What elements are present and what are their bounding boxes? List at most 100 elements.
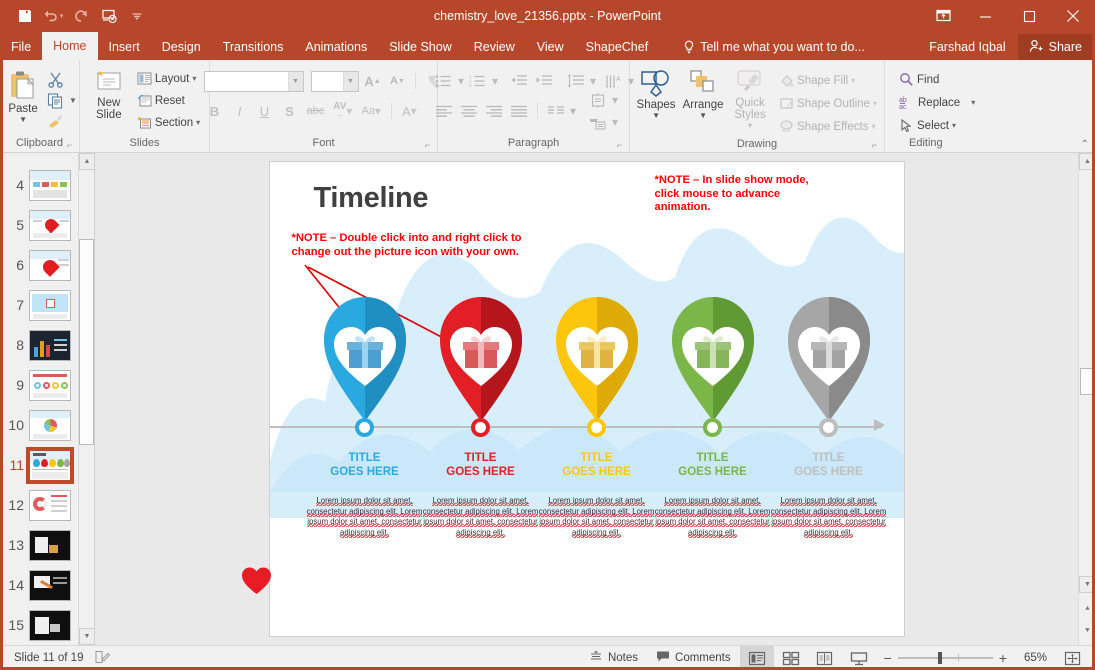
timeline-title-5[interactable]: TITLE GOES HERE [769, 452, 889, 479]
copy-dropdown-caret[interactable]: ▼ [69, 96, 77, 105]
timeline-pin-4[interactable] [669, 294, 757, 425]
tell-me-search[interactable]: Tell me what you want to do... [673, 34, 875, 60]
zoom-slider[interactable] [897, 652, 993, 664]
timeline-marker-1[interactable] [354, 418, 374, 437]
copy-button[interactable] [44, 90, 66, 111]
paragraph-dialog-launcher[interactable]: ⌐ [614, 140, 625, 151]
accessibility-icon[interactable] [95, 650, 111, 667]
underline-button[interactable]: U [254, 101, 276, 122]
list-item[interactable]: 13 [0, 525, 78, 565]
change-case-caret[interactable]: ▾ [375, 104, 381, 118]
note-left-text[interactable]: *NOTE – Double click into and right clic… [292, 232, 522, 259]
timeline-title-3[interactable]: TITLE GOES HERE [537, 452, 657, 479]
thumbnail-image[interactable] [29, 329, 71, 361]
select-button[interactable]: Select ▾ [895, 115, 979, 136]
timeline-body-5[interactable]: Lorem ipsum dolor sit amet, consectetur … [768, 496, 890, 539]
redo-icon[interactable] [68, 4, 94, 28]
slide-thumbnail-pane[interactable]: 4 5 6 7 8 9 10 11 12 13 14 15 ▲ ▼ [0, 153, 95, 645]
thumbnail-image[interactable] [29, 369, 71, 401]
list-item[interactable]: 14 [0, 565, 78, 605]
line-spacing-icon[interactable] [565, 71, 587, 92]
restore-icon[interactable] [1007, 0, 1051, 32]
thumbnail-image[interactable] [29, 249, 71, 281]
thumbnail-image[interactable] [26, 446, 74, 484]
thumbnail-image[interactable] [29, 289, 71, 321]
timeline-marker-4[interactable] [702, 418, 722, 437]
align-text-icon[interactable] [587, 90, 609, 111]
italic-button[interactable]: I [229, 101, 251, 122]
thumbnail-scroll-up-button[interactable]: ▲ [79, 153, 94, 170]
thumbnail-image[interactable] [29, 489, 71, 521]
thumbnail-image[interactable] [29, 609, 71, 641]
start-from-beginning-icon[interactable] [96, 4, 122, 28]
timeline-pin-2[interactable] [437, 294, 525, 425]
customize-quick-access-toolbar-icon[interactable] [124, 4, 150, 28]
shape-effects-caret[interactable]: ▾ [871, 122, 875, 131]
replace-caret[interactable]: ▾ [971, 98, 975, 107]
shape-outline-button[interactable]: Shape Outline ▾ [775, 93, 881, 114]
tab-insert[interactable]: Insert [98, 34, 151, 60]
tab-view[interactable]: View [526, 34, 575, 60]
justify-icon[interactable] [508, 101, 530, 122]
change-case-button[interactable]: Aa ▾ [358, 101, 384, 122]
slide-canvas-area[interactable]: Timeline *NOTE – Double click into and r… [95, 153, 1078, 645]
font-size-input[interactable]: ▼ [310, 70, 359, 92]
new-slide-button[interactable]: New Slide [85, 67, 133, 121]
timeline-title-1[interactable]: TITLE GOES HERE [305, 452, 425, 479]
tab-shapechef[interactable]: ShapeChef [575, 34, 660, 60]
numbering-caret[interactable]: ▾ [492, 74, 498, 88]
text-direction-icon[interactable]: A [603, 71, 625, 92]
timeline-body-4[interactable]: Lorem ipsum dolor sit amet, consectetur … [652, 496, 774, 539]
zoom-control[interactable]: − + 65% [876, 651, 1055, 665]
layout-button[interactable]: Layout ▾ [133, 68, 204, 89]
cut-button[interactable] [44, 69, 66, 90]
section-button[interactable]: Section ▾ [133, 112, 204, 133]
tab-file[interactable]: File [0, 34, 43, 60]
list-item[interactable]: 12 [0, 485, 78, 525]
increase-font-size-button[interactable]: A ▲ [362, 71, 384, 92]
smartart-caret[interactable]: ▾ [612, 115, 618, 129]
thumbnail-image[interactable] [29, 569, 71, 601]
numbering-icon[interactable]: 123 [467, 71, 489, 92]
timeline-title-2[interactable]: TITLE GOES HERE [421, 452, 541, 479]
thumbnail-scroll-down-button[interactable]: ▼ [79, 628, 94, 645]
shape-effects-button[interactable]: Shape Effects ▾ [775, 116, 881, 137]
close-icon[interactable] [1051, 0, 1095, 32]
tab-animations[interactable]: Animations [294, 34, 378, 60]
character-spacing-button[interactable]: AV ↔ ▾ [330, 101, 355, 122]
decrease-indent-icon[interactable] [508, 71, 530, 92]
tab-slide-show[interactable]: Slide Show [378, 34, 463, 60]
increase-indent-icon[interactable] [533, 71, 555, 92]
shape-fill-caret[interactable]: ▾ [851, 76, 855, 85]
timeline-pin-1[interactable] [321, 294, 409, 425]
reset-button[interactable]: Reset [133, 90, 204, 111]
clipboard-dialog-launcher[interactable]: ⌐ [64, 140, 75, 151]
font-size-caret[interactable]: ▼ [342, 71, 358, 91]
font-dialog-launcher[interactable]: ⌐ [422, 140, 433, 151]
list-item[interactable]: 10 [0, 405, 78, 445]
timeline-pin-5[interactable] [785, 294, 873, 425]
shapes-caret[interactable]: ▼ [652, 112, 660, 120]
tab-review[interactable]: Review [463, 34, 526, 60]
zoom-in-button[interactable]: + [999, 651, 1007, 665]
align-right-icon[interactable] [483, 101, 505, 122]
timeline-marker-3[interactable] [586, 418, 606, 437]
format-painter-button[interactable] [44, 111, 66, 132]
save-icon[interactable] [12, 4, 38, 28]
strikethrough-button[interactable]: abc [304, 101, 328, 122]
list-item[interactable]: 4 [0, 165, 78, 205]
font-color-caret[interactable]: ▾ [411, 104, 417, 118]
timeline-pin-3[interactable] [553, 294, 641, 425]
columns-icon[interactable] [545, 101, 567, 122]
align-left-icon[interactable] [433, 101, 455, 122]
font-name-input[interactable]: ▼ [203, 70, 304, 92]
align-text-caret[interactable]: ▾ [612, 93, 618, 107]
paste-dropdown-caret[interactable]: ▼ [19, 116, 27, 124]
arrange-caret[interactable]: ▼ [699, 112, 707, 120]
arrange-button[interactable]: Arrange ▼ [679, 67, 727, 120]
thumbnail-image[interactable] [29, 409, 71, 441]
quick-styles-caret[interactable]: ▾ [748, 122, 752, 130]
line-spacing-caret[interactable]: ▾ [590, 74, 596, 88]
text-shadow-button[interactable]: S [279, 101, 301, 122]
note-right-text[interactable]: *NOTE – In slide show mode, click mouse … [655, 174, 809, 215]
